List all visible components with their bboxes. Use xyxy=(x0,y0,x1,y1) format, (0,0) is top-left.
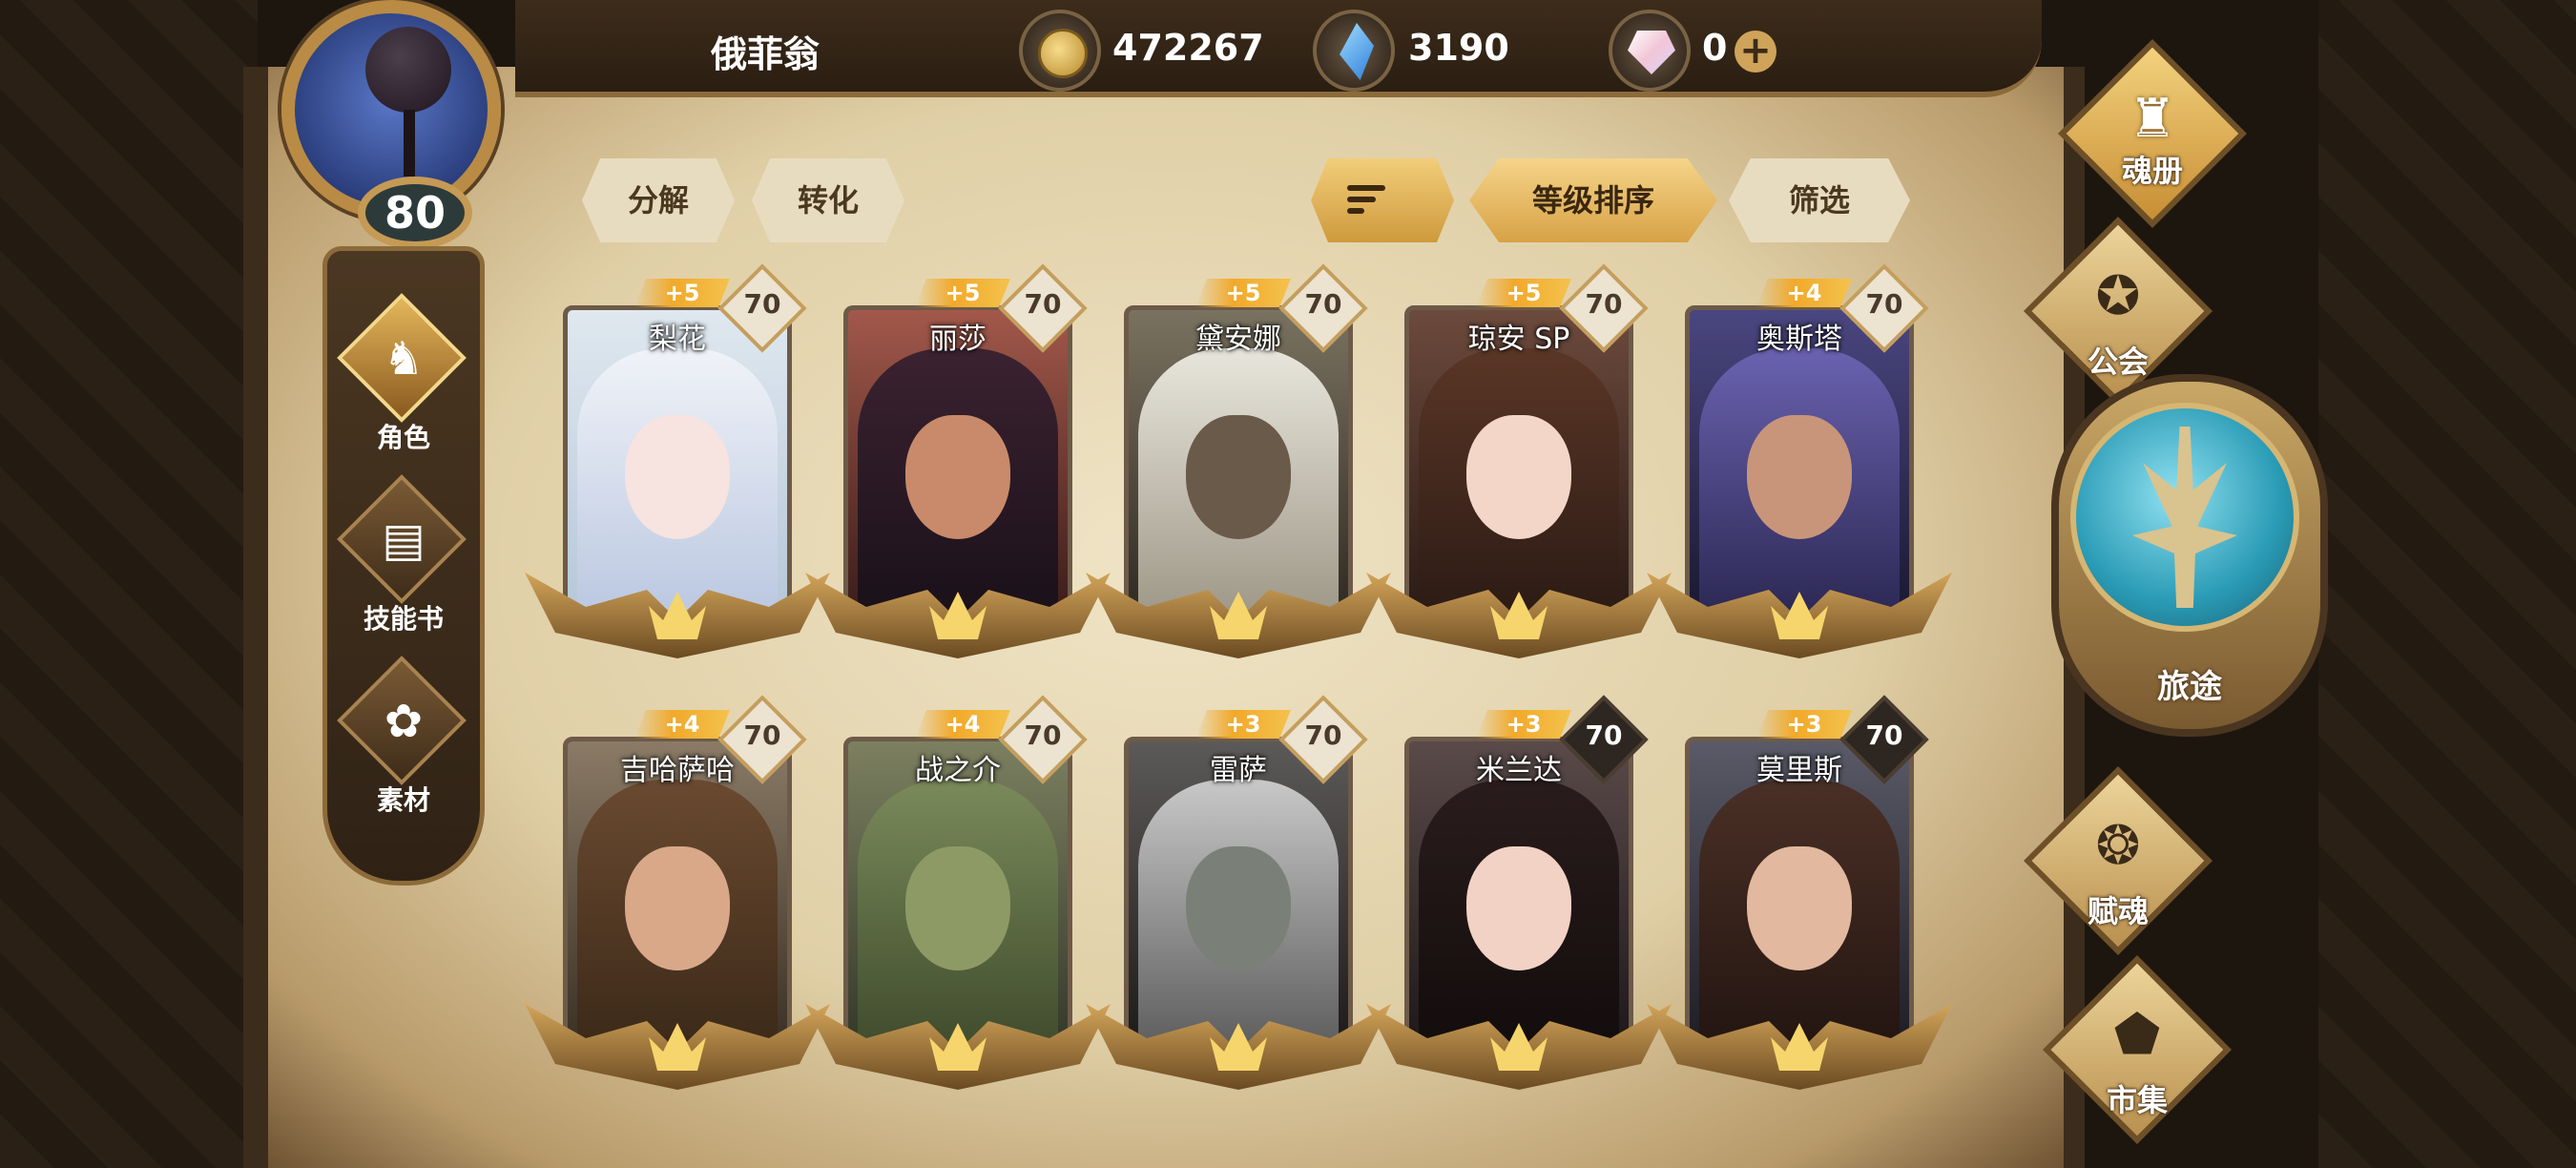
star-bonus: +3 xyxy=(1476,710,1571,739)
character-level: 70 xyxy=(1304,288,1342,320)
right-background-pattern xyxy=(2318,0,2576,1168)
player-level-badge: 80 xyxy=(358,177,472,249)
sidebar-item-label: 素材 xyxy=(376,784,430,816)
flame-icon: ❂ xyxy=(2095,815,2141,877)
crystal-icon xyxy=(1313,10,1395,92)
character-level: 70 xyxy=(1865,288,1903,320)
sidebar-item-character[interactable]: ♞ 角色 xyxy=(327,293,480,461)
character-level: 70 xyxy=(1585,288,1623,320)
nav-market-label: 市集 xyxy=(2106,1082,2168,1118)
character-card[interactable]: 雷萨 +3 70 xyxy=(1086,695,1401,1137)
character-level: 70 xyxy=(743,720,781,751)
nav-soul-book-label: 魂册 xyxy=(2121,153,2183,189)
journey-label: 旅途 xyxy=(2157,668,2222,706)
nav-guild[interactable]: ✪ 公会 xyxy=(2004,217,2233,406)
sidebar-item-label: 角色 xyxy=(376,422,430,453)
star-bonus: +5 xyxy=(915,279,1010,307)
character-card[interactable]: 战之介 +4 70 xyxy=(805,695,1120,1137)
sidebar-item-label: 技能书 xyxy=(363,603,444,635)
character-card[interactable]: 琼安 SP +5 70 xyxy=(1366,263,1681,706)
gold-coin-icon xyxy=(1019,10,1101,92)
star-bonus: +5 xyxy=(1476,279,1571,307)
star-bonus: +5 xyxy=(1195,279,1291,307)
journey-button[interactable]: 旅途 xyxy=(2042,374,2328,756)
character-card[interactable]: 奥斯塔 +4 70 xyxy=(1647,263,1962,706)
character-level: 70 xyxy=(743,288,781,320)
character-card[interactable]: 莫里斯 +3 70 xyxy=(1647,695,1962,1137)
star-bonus: +4 xyxy=(1756,279,1852,307)
star-bonus: +5 xyxy=(634,279,730,307)
avatar-figure-stem xyxy=(404,110,415,177)
nav-soul-book[interactable]: ♜ 魂册 xyxy=(2038,39,2267,228)
left-sidebar: ♞ 角色 ▤ 技能书 ✿ 素材 xyxy=(322,246,485,886)
avatar-figure xyxy=(365,27,451,113)
character-card[interactable]: 吉哈萨哈 +4 70 xyxy=(525,695,840,1137)
player-avatar[interactable]: 80 xyxy=(253,0,539,267)
character-level: 70 xyxy=(1024,720,1062,751)
filter-button[interactable]: 筛选 xyxy=(1729,158,1910,242)
sort-icon xyxy=(1347,185,1385,219)
soul-book-icon: ♜ xyxy=(2128,88,2177,150)
character-card[interactable]: 梨花 +5 70 xyxy=(525,263,840,706)
character-level: 70 xyxy=(1585,720,1623,751)
gem-market-icon: ⬟ xyxy=(2113,1004,2161,1066)
character-level: 70 xyxy=(1304,720,1342,751)
nav-market[interactable]: ⬟ 市集 xyxy=(2023,955,2252,1144)
left-background-pattern xyxy=(0,0,258,1168)
character-card[interactable]: 丽莎 +5 70 xyxy=(805,263,1120,706)
gold-amount: 472267 xyxy=(1112,27,1264,69)
character-level: 70 xyxy=(1024,288,1062,320)
convert-button[interactable]: 转化 xyxy=(752,158,904,242)
gem-icon xyxy=(1609,10,1691,92)
nav-soul-gift-label: 赋魂 xyxy=(2087,893,2149,929)
star-bonus: +3 xyxy=(1195,710,1291,739)
sort-by-level-button[interactable]: 等级排序 xyxy=(1469,158,1717,242)
sidebar-item-skill-book[interactable]: ▤ 技能书 xyxy=(327,474,480,642)
crystal-amount: 3190 xyxy=(1408,27,1509,69)
star-bonus: +4 xyxy=(915,710,1010,739)
character-card[interactable]: 米兰达 +3 70 xyxy=(1366,695,1681,1137)
gem-amount: 0 xyxy=(1702,27,1728,69)
star-bonus: +4 xyxy=(634,710,730,739)
character-card[interactable]: 黛安娜 +5 70 xyxy=(1086,263,1401,706)
sort-order-button[interactable] xyxy=(1311,158,1454,242)
character-level: 70 xyxy=(1865,720,1903,751)
add-gem-button[interactable]: + xyxy=(1735,31,1776,73)
sidebar-item-material[interactable]: ✿ 素材 xyxy=(327,656,480,824)
guild-icon: ✪ xyxy=(2095,265,2141,327)
decompose-button[interactable]: 分解 xyxy=(582,158,735,242)
star-bonus: +3 xyxy=(1756,710,1852,739)
nav-soul-gift[interactable]: ❂ 赋魂 xyxy=(2004,766,2233,955)
player-name: 俄菲翁 xyxy=(711,33,821,75)
